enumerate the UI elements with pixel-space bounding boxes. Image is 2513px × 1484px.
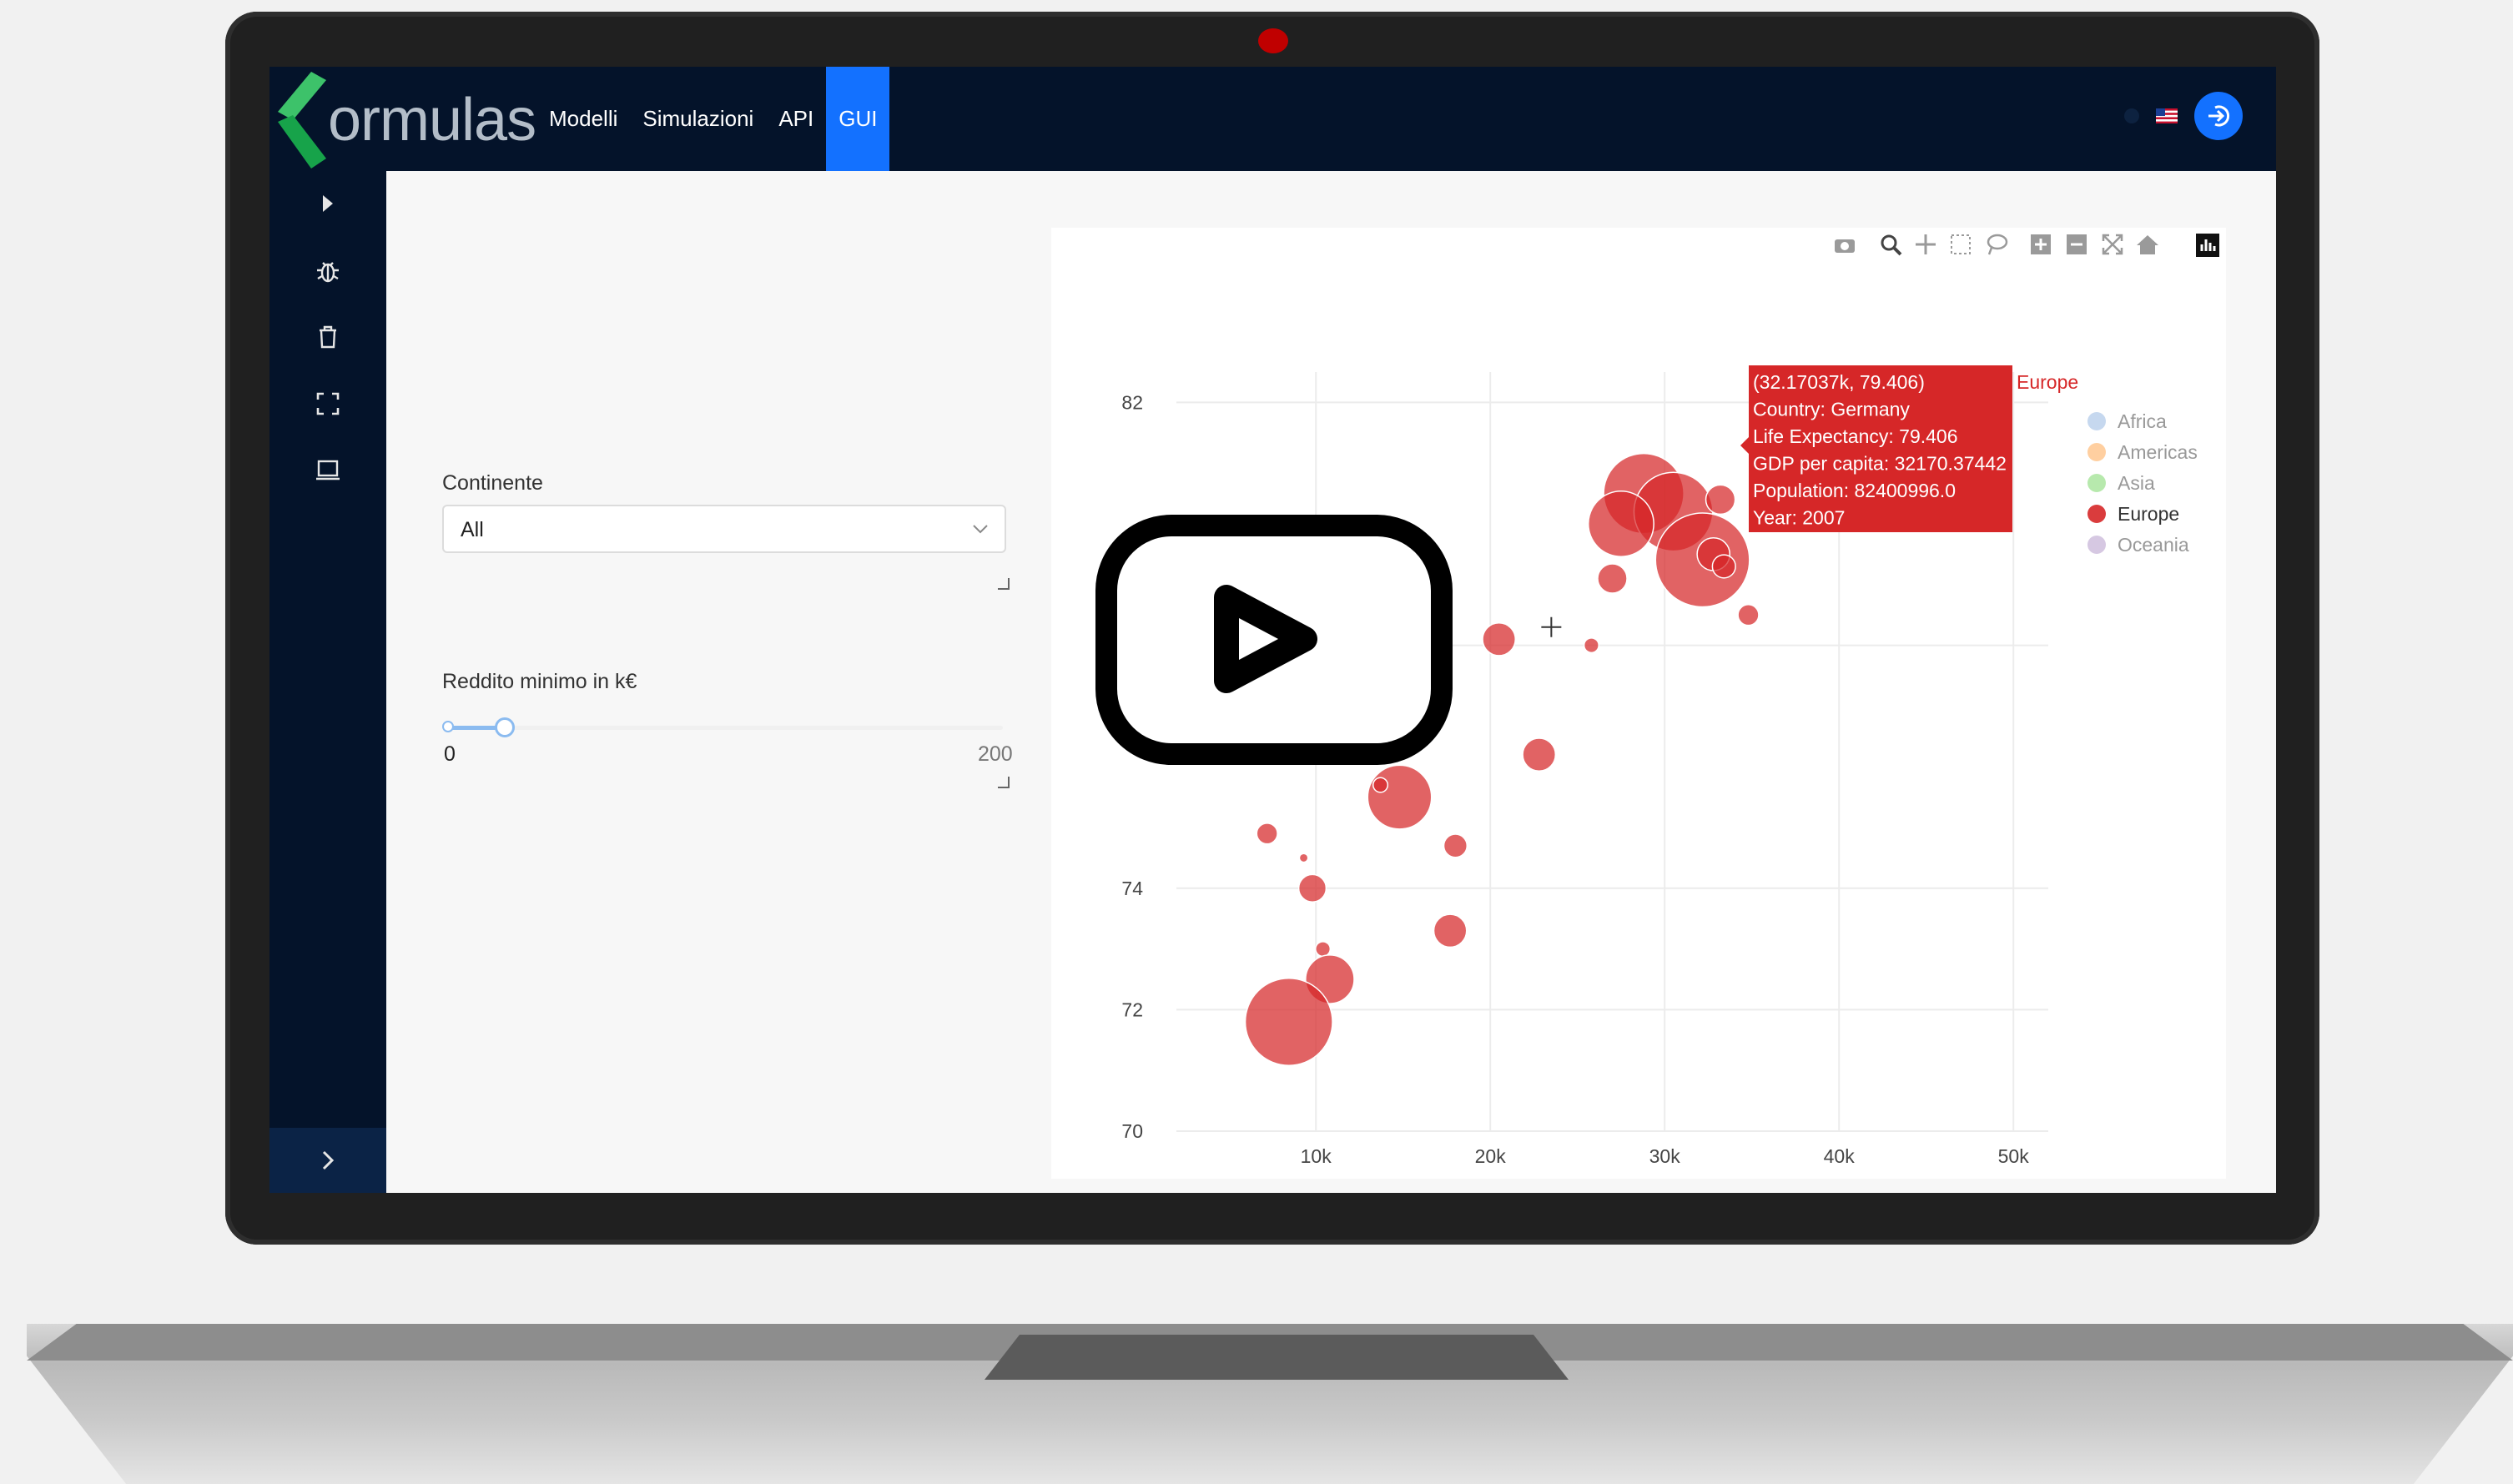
nav-simulazioni[interactable]: Simulazioni: [630, 67, 766, 171]
legend-marker: [2087, 474, 2106, 492]
data-point: [1711, 554, 1736, 579]
sidebar: [269, 171, 386, 1193]
tooltip-line: (32.17037k, 79.406): [1753, 371, 1925, 393]
laptop-touchpad-notch: [985, 1335, 1569, 1380]
hover-tooltip: (32.17037k, 79.406) Country: Germany Life …: [1740, 365, 2078, 532]
lasso-icon[interactable]: [1987, 234, 2008, 255]
x-tick-label: 40k: [1824, 1145, 1856, 1167]
data-point: [1315, 941, 1332, 958]
bug-icon[interactable]: [309, 251, 347, 289]
data-point: [1244, 977, 1333, 1066]
legend-label: Oceania: [2118, 534, 2189, 556]
income-slider-min: 0: [444, 742, 456, 766]
topbar: ormulas Modelli Simulazioni API GUI: [269, 67, 2276, 171]
data-point: [1367, 764, 1433, 830]
legend-marker: [2087, 412, 2106, 430]
legend-label: Africa: [2118, 410, 2167, 432]
chevron-down-icon: [973, 525, 988, 534]
continent-select[interactable]: All: [442, 505, 1006, 553]
resize-handle[interactable]: [998, 777, 1010, 788]
tooltip-trace-label: Europe: [2017, 371, 2078, 393]
data-point: [1297, 873, 1327, 903]
tooltip-line: Country: Germany: [1753, 399, 1910, 420]
tooltip-line: Population: 82400996.0: [1753, 480, 1956, 501]
us-flag-icon[interactable]: [2156, 108, 2178, 123]
data-point: [1522, 737, 1557, 772]
continent-label: Continente: [442, 471, 543, 495]
play-triangle-icon[interactable]: [309, 184, 347, 223]
camera-icon[interactable]: [1835, 239, 1855, 253]
income-slider-thumb[interactable]: [495, 717, 515, 737]
y-tick-label: 82: [1121, 391, 1143, 413]
data-point: [1372, 777, 1389, 793]
data-point: [1298, 853, 1309, 863]
trash-icon[interactable]: [309, 318, 347, 356]
box-select-icon[interactable]: [1951, 234, 1971, 254]
laptop-icon[interactable]: [309, 451, 347, 490]
legend-label: Americas: [2118, 441, 2198, 463]
data-point: [1597, 563, 1628, 594]
y-tick-label: 70: [1121, 1120, 1143, 1142]
nav-gui[interactable]: GUI: [826, 67, 890, 171]
nav-api[interactable]: API: [766, 67, 826, 171]
data-point: [1482, 621, 1517, 656]
tooltip-pointer: [1740, 437, 1749, 454]
zoom-in-icon[interactable]: [2031, 234, 2051, 254]
logo-text: ormulas: [328, 87, 536, 153]
resize-handle[interactable]: [998, 578, 1010, 590]
zoom-icon[interactable]: [1881, 234, 1902, 256]
legend-marker: [2087, 443, 2106, 461]
data-point: [1256, 822, 1278, 845]
crosshair-icon: [1541, 616, 1562, 637]
chevron-right-icon: [322, 1150, 335, 1170]
x-tick-label: 50k: [1998, 1145, 2030, 1167]
income-label: Reddito minimo in k€: [442, 670, 637, 693]
home-icon[interactable]: [2137, 235, 2158, 254]
pan-icon[interactable]: [1916, 234, 1936, 254]
data-point: [1587, 490, 1654, 557]
legend-marker: [2087, 505, 2106, 523]
tooltip-line: Life Expectancy: 79.406: [1753, 425, 1958, 447]
zoom-out-icon[interactable]: [2067, 234, 2087, 254]
data-point: [1443, 833, 1468, 858]
x-tick-label: 20k: [1475, 1145, 1507, 1167]
fullscreen-icon[interactable]: [309, 385, 347, 423]
legend-label: Europe: [2118, 503, 2179, 525]
continent-select-value: All: [461, 518, 484, 541]
data-point: [1705, 484, 1736, 516]
data-point: [1433, 913, 1468, 948]
income-slider-max: 200: [978, 742, 1013, 766]
legend-marker: [2087, 536, 2106, 554]
data-point: [1737, 604, 1760, 626]
nav-modelli[interactable]: Modelli: [536, 67, 630, 171]
crosshair-cursor: [1541, 616, 1562, 637]
login-button[interactable]: [2194, 92, 2243, 140]
webcam: [1258, 28, 1288, 53]
dot-icon: [2124, 108, 2139, 123]
x-tick-label: 10k: [1301, 1145, 1332, 1167]
sidebar-expand-button[interactable]: [269, 1128, 386, 1193]
income-slider-start: [442, 721, 454, 732]
tooltip-line: Year: 2007: [1753, 507, 1845, 529]
x-tick-label: 30k: [1649, 1145, 1681, 1167]
plot-modebar: [1835, 234, 2219, 257]
chart-legend: Africa Americas Asia Europe Oceania: [2087, 410, 2198, 556]
youtube-play-icon[interactable]: [1095, 514, 1453, 766]
legend-label: Asia: [2118, 472, 2155, 494]
main-nav: Modelli Simulazioni API GUI: [536, 67, 890, 171]
income-slider-track[interactable]: [446, 726, 1003, 730]
y-tick-label: 72: [1121, 999, 1143, 1020]
autoscale-icon[interactable]: [2102, 234, 2123, 255]
y-axis-ticks: 7072747882: [1121, 391, 1143, 1142]
login-icon: [2208, 105, 2230, 127]
plotly-logo-icon[interactable]: [2196, 234, 2219, 257]
topbar-right: [2124, 92, 2243, 140]
tooltip-line: GDP per capita: 32170.37442: [1753, 453, 2007, 475]
y-tick-label: 74: [1121, 878, 1143, 899]
x-axis-ticks: 10k 20k 30k 40k 50k: [1301, 1145, 2030, 1167]
data-point: [1583, 637, 1599, 654]
